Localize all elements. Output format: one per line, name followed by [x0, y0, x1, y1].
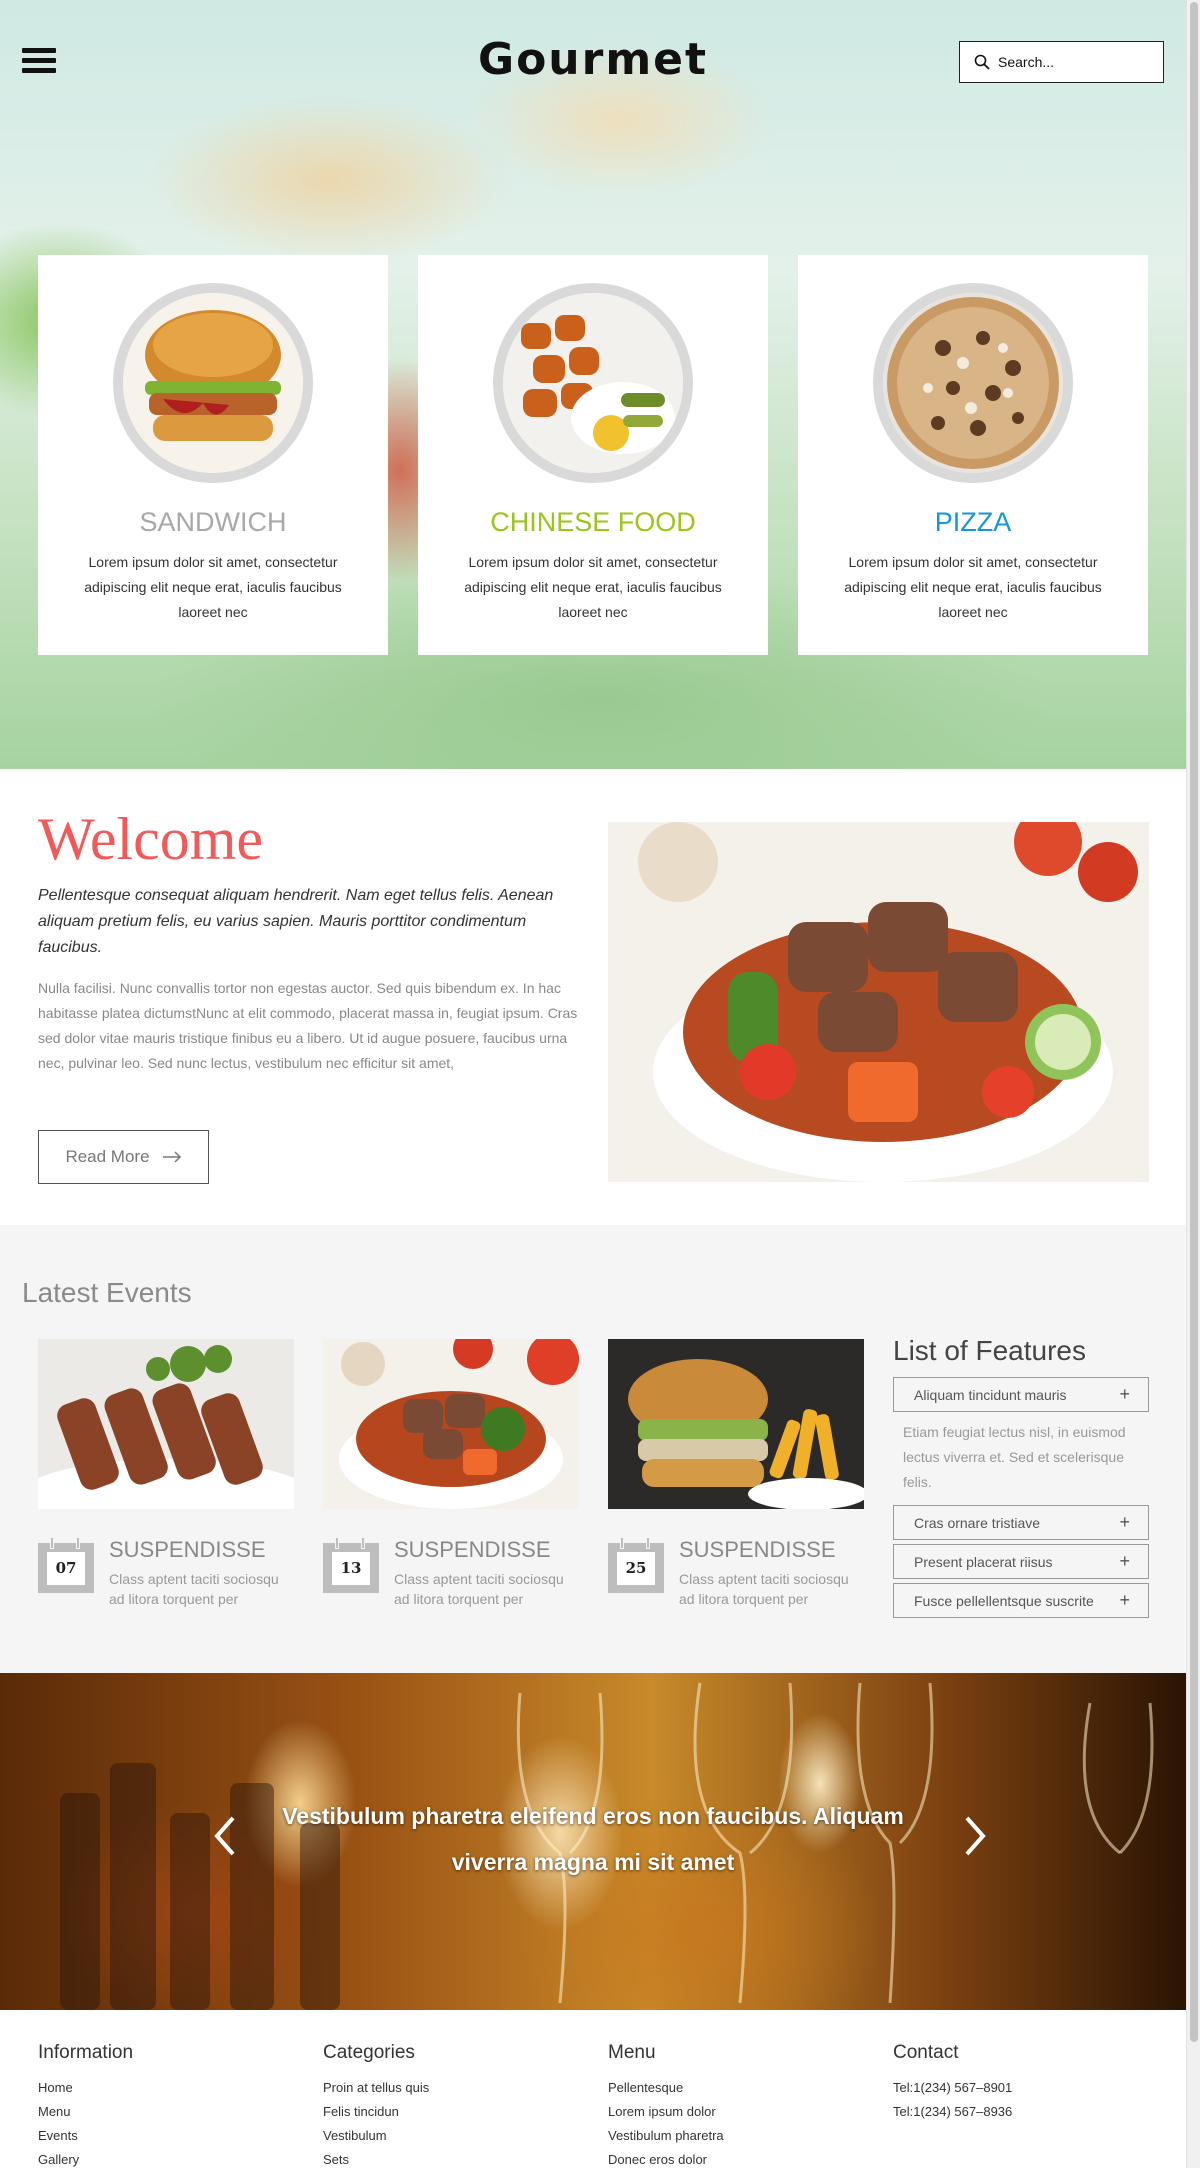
plus-icon: +: [1119, 1384, 1130, 1404]
event-text: Class aptent taciti sociosqu ad litora t…: [679, 1571, 849, 1607]
category-cards: SANDWICH Lorem ipsum dolor sit amet, con…: [38, 255, 1148, 655]
welcome-lead: Pellentesque consequat aliquam hendrerit…: [38, 887, 554, 956]
event-card[interactable]: 13 SUSPENDISSE Class aptent taciti socios…: [323, 1339, 579, 1609]
plus-icon: +: [1119, 1590, 1130, 1610]
read-more-label: Read More: [65, 1147, 150, 1166]
card-sandwich[interactable]: SANDWICH Lorem ipsum dolor sit amet, con…: [38, 255, 388, 655]
search-icon: [974, 54, 990, 70]
feature-label: Cras ornare tristiave: [914, 1514, 1041, 1531]
footer-link[interactable]: Lorem ipsum dolor: [608, 2100, 868, 2124]
welcome-title: Welcome: [38, 806, 264, 872]
sandwich-photo: [113, 283, 313, 483]
footer-heading: Menu: [608, 2042, 656, 2063]
card-title: CHINESE FOOD: [490, 507, 696, 537]
footer-column-categories: Categories Proin at tellus quis Felis ti…: [323, 2042, 583, 2168]
events-section: Latest Events 07 SUSPENDISSE Class aptent…: [0, 1225, 1186, 1673]
card-text: Lorem ipsum dolor sit amet, consectetur …: [84, 554, 342, 620]
event-card[interactable]: 07 SUSPENDISSE Class aptent taciti socios…: [38, 1339, 294, 1609]
footer-link[interactable]: Vestibulum: [323, 2124, 583, 2148]
feature-item[interactable]: Present placerat riisus +: [893, 1544, 1149, 1579]
footer-link-gallery[interactable]: Gallery: [38, 2148, 298, 2168]
plus-icon: +: [1119, 1551, 1130, 1571]
footer-link-menu[interactable]: Menu: [38, 2100, 298, 2124]
contact-phone[interactable]: Tel:1(234) 567–8936: [893, 2100, 1153, 2124]
slider-next-arrow-icon[interactable]: [955, 1806, 995, 1866]
calendar-icon: 13: [323, 1537, 379, 1593]
footer-heading: Information: [38, 2042, 134, 2063]
welcome-section: Welcome Pellentesque consequat aliquam h…: [0, 769, 1186, 1225]
card-title: SANDWICH: [139, 507, 287, 537]
feature-description: Etiam feugiat lectus nisl, in euismod le…: [903, 1424, 1126, 1490]
card-pizza[interactable]: PIZZA Lorem ipsum dolor sit amet, consec…: [798, 255, 1148, 655]
footer-column-contact: Contact Tel:1(234) 567–8901 Tel:1(234) 5…: [893, 2042, 1153, 2124]
welcome-body: Nulla facilisi. Nunc convallis tortor no…: [38, 980, 578, 1071]
contact-phone[interactable]: Tel:1(234) 567–8901: [893, 2076, 1153, 2100]
card-title: PIZZA: [934, 507, 1012, 537]
calendar-icon: 07: [38, 1537, 94, 1593]
event-photo-burger: [608, 1339, 864, 1509]
quote-slider: Vestibulum pharetra eleifend eros non fa…: [0, 1673, 1186, 2010]
feature-label: Present placerat riisus: [914, 1553, 1053, 1570]
features-heading: List of Features: [893, 1335, 1086, 1366]
event-text: Class aptent taciti sociosqu ad litora t…: [109, 1571, 279, 1607]
event-photo-stew: [323, 1339, 579, 1509]
hero-section: Gourmet SANDWICH Lorem ipsum dolor sit a…: [0, 0, 1186, 769]
plus-icon: +: [1119, 1512, 1130, 1532]
page-scrollbar[interactable]: [1186, 0, 1200, 2168]
footer-link[interactable]: Vestibulum pharetra: [608, 2124, 868, 2148]
footer-column-menu: Menu Pellentesque Lorem ipsum dolor Vest…: [608, 2042, 868, 2168]
event-title: SUSPENDISSE: [394, 1537, 551, 1562]
event-card[interactable]: 25 SUSPENDISSE Class aptent taciti socios…: [608, 1339, 864, 1609]
footer-link[interactable]: Pellentesque: [608, 2076, 868, 2100]
footer-link[interactable]: Felis tincidun: [323, 2100, 583, 2124]
card-text: Lorem ipsum dolor sit amet, consectetur …: [844, 554, 1102, 620]
read-more-button[interactable]: Read More: [38, 1130, 209, 1184]
footer-link[interactable]: Donec eros dolor: [608, 2148, 868, 2168]
event-photo-duck: [38, 1339, 294, 1509]
card-chinese-food[interactable]: CHINESE FOOD Lorem ipsum dolor sit amet,…: [418, 255, 768, 655]
footer: Information Home Menu Events Gallery Cat…: [0, 2010, 1186, 2168]
events-heading: Latest Events: [22, 1277, 192, 1308]
footer-link-events[interactable]: Events: [38, 2124, 298, 2148]
event-title: SUSPENDISSE: [109, 1537, 266, 1562]
search-input[interactable]: [998, 54, 1148, 70]
card-text: Lorem ipsum dolor sit amet, consectetur …: [464, 554, 722, 620]
feature-item-open[interactable]: Aliquam tincidunt mauris +: [893, 1377, 1149, 1412]
footer-link[interactable]: Proin at tellus quis: [323, 2076, 583, 2100]
pizza-photo: [873, 283, 1073, 483]
slider-caption: Vestibulum pharetra eleifend eros non fa…: [282, 1803, 904, 1875]
feature-item[interactable]: Cras ornare tristiave +: [893, 1505, 1149, 1540]
footer-link[interactable]: Sets: [323, 2148, 583, 2168]
event-title: SUSPENDISSE: [679, 1537, 836, 1562]
footer-heading: Contact: [893, 2042, 959, 2063]
event-text: Class aptent taciti sociosqu ad litora t…: [394, 1571, 564, 1607]
footer-link-home[interactable]: Home: [38, 2076, 298, 2100]
calendar-icon: 25: [608, 1537, 664, 1593]
feature-item[interactable]: Fusce pellellentsque suscrite +: [893, 1583, 1149, 1618]
feature-label: Fusce pellellentsque suscrite: [914, 1592, 1094, 1609]
footer-column-information: Information Home Menu Events Gallery: [38, 2042, 298, 2168]
footer-heading: Categories: [323, 2042, 415, 2063]
features-accordion: List of Features Aliquam tincidunt mauri…: [893, 1335, 1149, 1618]
scrollbar-thumb[interactable]: [1190, 2, 1198, 2042]
search-box[interactable]: [959, 41, 1164, 83]
feature-label: Aliquam tincidunt mauris: [914, 1386, 1067, 1403]
chinese-food-photo: [493, 283, 693, 483]
arrow-right-icon: [162, 1151, 181, 1163]
slider-prev-arrow-icon[interactable]: [205, 1806, 245, 1866]
welcome-photo: [608, 822, 1149, 1182]
